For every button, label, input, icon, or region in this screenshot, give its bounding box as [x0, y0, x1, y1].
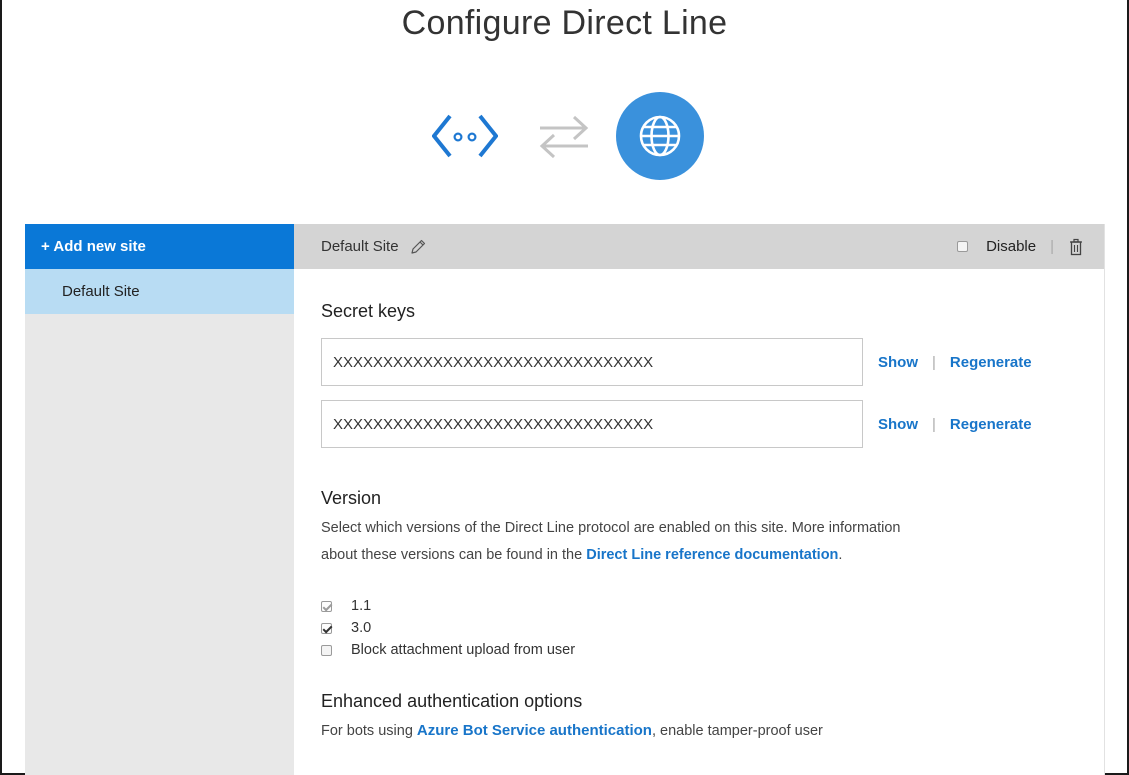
regenerate-key-1-link[interactable]: Regenerate	[950, 354, 1032, 371]
pencil-icon[interactable]	[409, 238, 427, 256]
block-attachment-checkbox[interactable]	[321, 644, 332, 656]
globe-icon	[639, 115, 681, 157]
site-settings-content: Secret keys Show | Regenerate Show | Reg…	[294, 269, 1104, 739]
add-new-site-button[interactable]: + Add new site	[25, 224, 294, 269]
enhanced-auth-title: Enhanced authentication options	[321, 691, 583, 711]
page-title: Configure Direct Line	[401, 4, 728, 42]
version-1-1-checkbox	[321, 600, 332, 612]
version-description: Select which versions of the Direct Line…	[321, 515, 921, 569]
azure-bot-auth-link[interactable]: Azure Bot Service authentication	[417, 722, 652, 739]
divider: |	[932, 353, 936, 371]
divider: |	[932, 415, 936, 433]
version-3-0-label: 3.0	[351, 620, 372, 636]
show-key-1-link[interactable]: Show	[878, 354, 918, 371]
version-1-1-label: 1.1	[351, 598, 372, 614]
secret-key-row: Show | Regenerate	[321, 338, 1104, 386]
show-key-2-link[interactable]: Show	[878, 416, 918, 433]
enhanced-auth-description: For bots using Azure Bot Service authent…	[321, 722, 1104, 739]
version-3-0-checkbox[interactable]	[321, 622, 332, 634]
secret-key-row: Show | Regenerate	[321, 400, 1104, 448]
direct-line-reference-link[interactable]: Direct Line reference documentation	[586, 547, 838, 563]
version-options: 1.1 3.0 Block attachment upload from use…	[321, 595, 1104, 661]
secret-keys-title: Secret keys	[321, 301, 416, 321]
version-desc-end: .	[838, 547, 843, 563]
channel-icons	[0, 92, 1129, 180]
auth-desc-text: For bots using	[321, 723, 417, 739]
trash-icon[interactable]	[1068, 238, 1084, 256]
version-option-3-0: 3.0	[321, 617, 1104, 639]
globe-channel-badge	[616, 92, 704, 180]
secret-key-1-input[interactable]	[321, 338, 863, 386]
site-settings-panel: Default Site Disable | Secret keys Show …	[294, 224, 1105, 775]
site-name: Default Site	[321, 238, 399, 255]
version-option-1-1: 1.1	[321, 595, 1104, 617]
sidebar-item-default-site[interactable]: Default Site	[25, 269, 294, 314]
sites-sidebar: + Add new site Default Site	[25, 224, 294, 775]
disable-checkbox[interactable]	[957, 241, 969, 252]
block-attachment-label: Block attachment upload from user	[351, 642, 576, 658]
divider: |	[1050, 238, 1054, 255]
header-actions: Disable |	[957, 238, 1084, 256]
version-title: Version	[321, 488, 382, 508]
disable-label: Disable	[986, 238, 1037, 255]
swap-arrows-icon	[539, 115, 589, 158]
secret-key-2-input[interactable]	[321, 400, 863, 448]
regenerate-key-2-link[interactable]: Regenerate	[950, 416, 1032, 433]
code-icon	[432, 114, 498, 158]
block-attachment-option: Block attachment upload from user	[321, 639, 1104, 661]
site-header: Default Site Disable |	[294, 224, 1104, 269]
auth-desc-end: , enable tamper-proof user	[651, 723, 823, 739]
